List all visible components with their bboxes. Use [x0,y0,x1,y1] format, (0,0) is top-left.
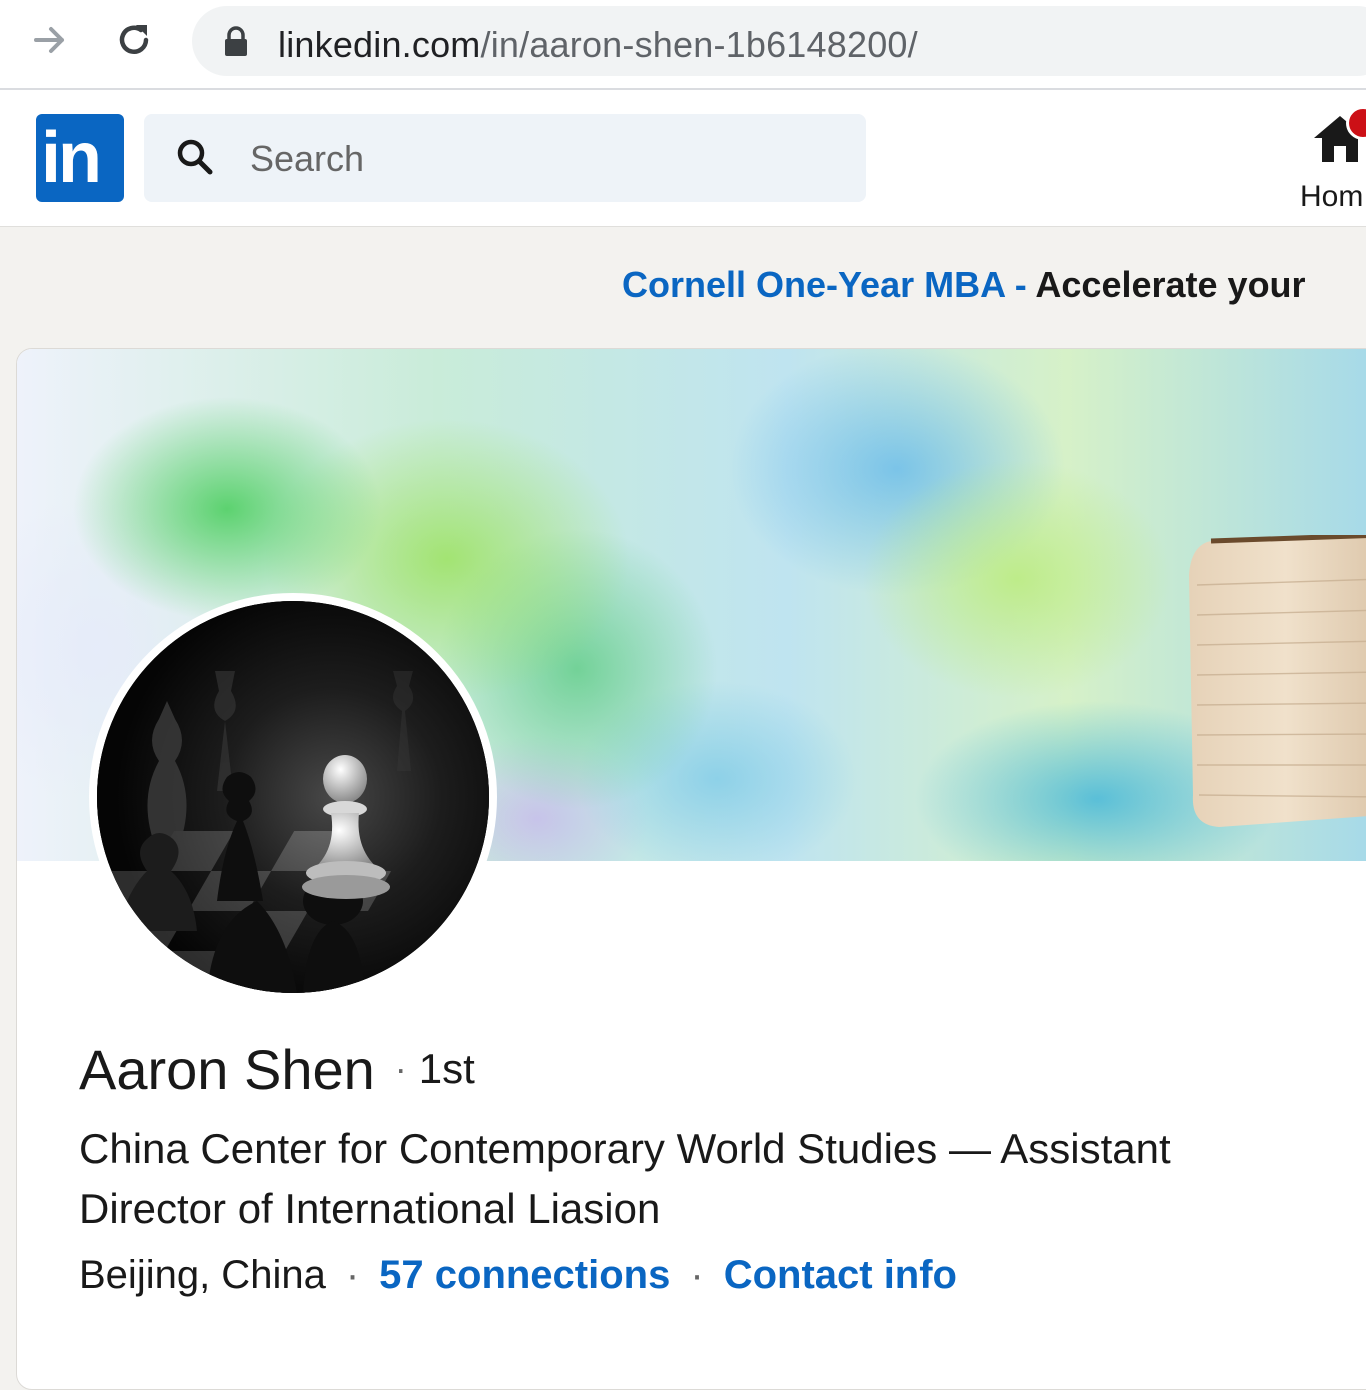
connection-degree: 1st [418,1045,475,1092]
search-box[interactable] [144,114,866,204]
reload-icon [119,25,149,54]
nav-home[interactable]: Hom [1290,100,1366,213]
contact-info-link[interactable]: Contact info [724,1253,957,1297]
promoted-ad[interactable]: Cornell One-Year MBA - Accelerate your [622,264,1306,306]
linkedin-logo-text: in [41,118,102,198]
meta-separator: · [690,1253,704,1297]
lock-icon [225,26,247,56]
forward-button[interactable] [28,18,72,62]
profile-card: Aaron Shen · 1st China Center for Contempo… [16,348,1366,1390]
url-path: /in/aaron-shen-1b6148200/ [480,24,918,65]
ad-text: Accelerate your [1026,264,1306,305]
arrow-right-icon [34,27,64,53]
linkedin-header: in Hom [0,90,1366,227]
url-host: linkedin.com [278,24,481,65]
profile-name: Aaron Shen [79,1038,375,1101]
linkedin-logo[interactable]: in [36,114,124,202]
browser-toolbar: linkedin.com/in/aaron-shen-1b6148200/ [0,0,1366,90]
address-bar[interactable]: linkedin.com/in/aaron-shen-1b6148200/ [192,6,1366,76]
book-image [1189,535,1366,827]
profile-name-row: Aaron Shen · 1st [79,1037,475,1102]
chess-photo [97,601,489,993]
ad-link[interactable]: Cornell One-Year MBA - [622,264,1027,305]
connections-link[interactable]: 57 connections [379,1253,670,1297]
nav-home-label: Hom [1300,180,1364,213]
profile-location: Beijing, China [79,1253,326,1297]
reload-button[interactable] [112,18,156,62]
search-icon [177,139,213,175]
profile-photo[interactable] [89,593,497,1001]
name-separator: · [394,1048,407,1089]
url-text[interactable]: linkedin.com/in/aaron-shen-1b6148200/ [278,24,918,66]
meta-separator: · [345,1253,360,1297]
profile-headline: China Center for Contemporary World Stud… [79,1125,1171,1232]
profile-meta: Beijing, China · 57 connections · Contact in… [79,1253,957,1298]
search-input[interactable] [248,114,832,204]
